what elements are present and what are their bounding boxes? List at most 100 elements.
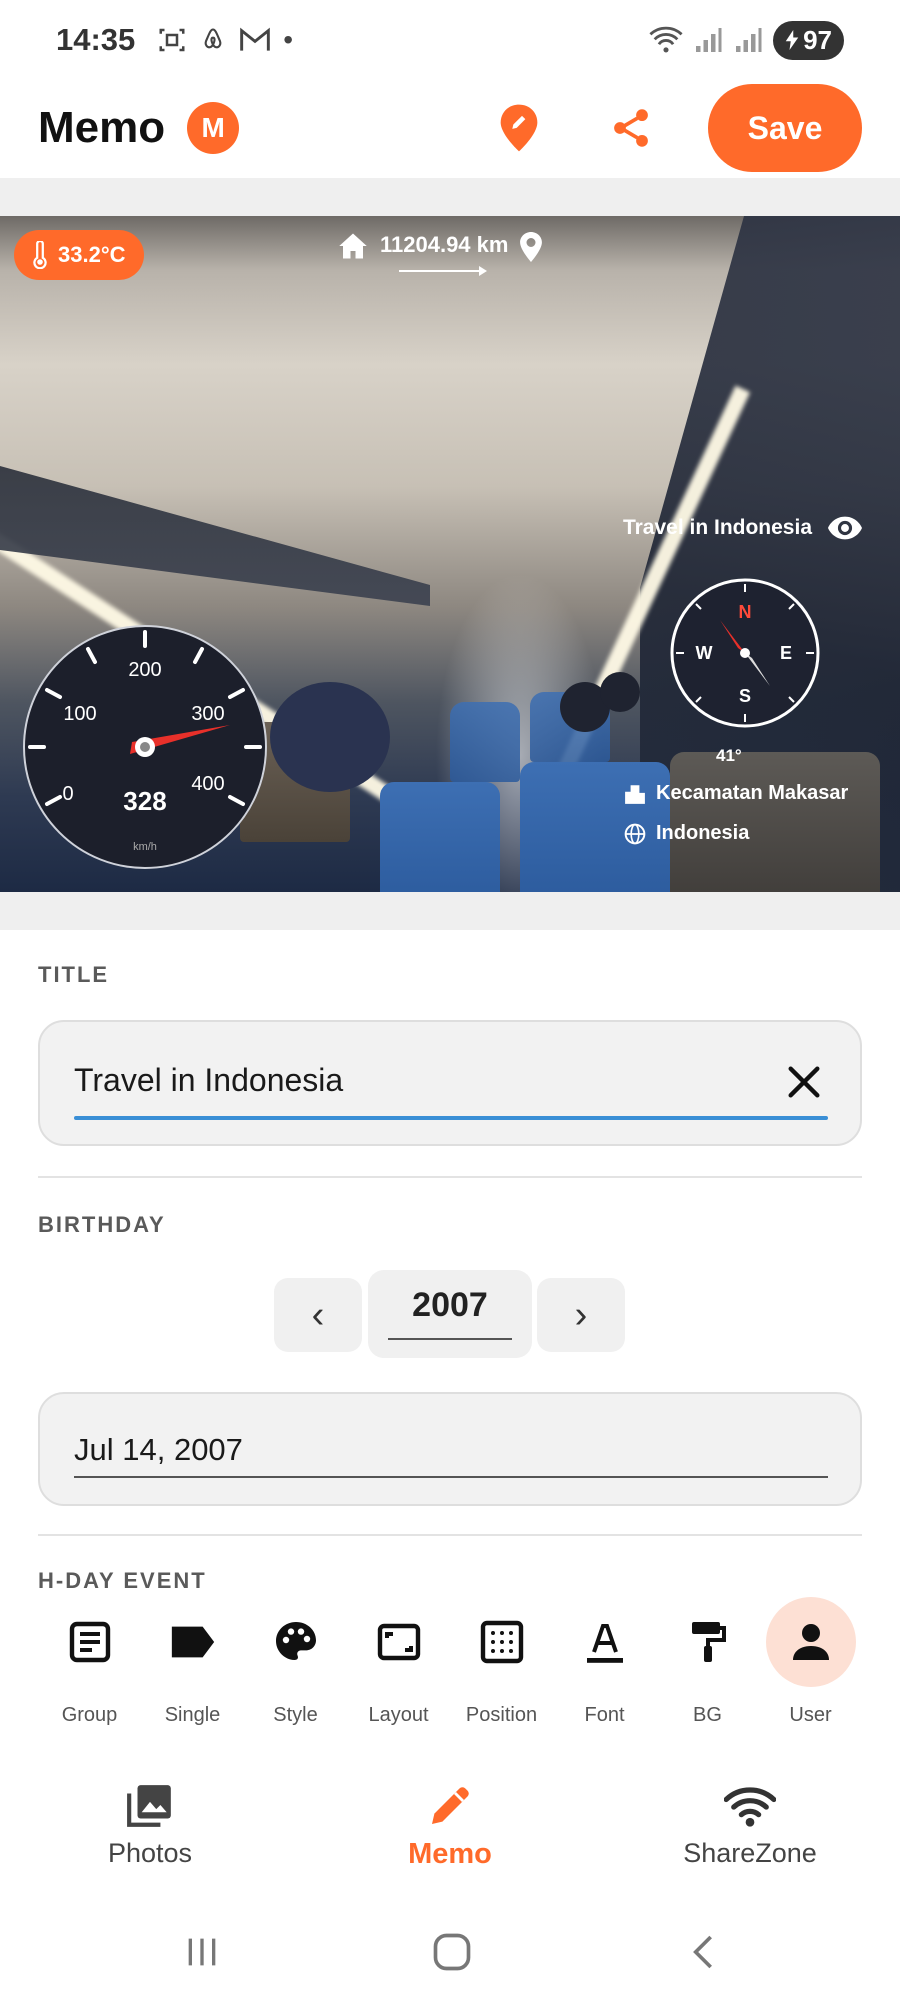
pencil-icon [420, 1776, 480, 1836]
home-circle-icon [433, 1933, 471, 1971]
eye-icon[interactable] [828, 516, 862, 540]
compass-e: E [780, 643, 792, 663]
year-value[interactable]: 2007 [368, 1286, 532, 1325]
user-icon [766, 1597, 856, 1687]
edit-location-button[interactable] [484, 93, 554, 163]
speed-tick-400: 400 [191, 773, 224, 795]
back-button[interactable] [674, 1922, 734, 1982]
tool-single[interactable]: Single [141, 1602, 244, 1742]
tool-bg[interactable]: BG [656, 1602, 759, 1742]
palette-icon [256, 1602, 336, 1682]
date-field[interactable]: Jul 14, 2007 [38, 1392, 862, 1506]
wifi-status-icon [649, 26, 683, 53]
year-prev-button[interactable]: ‹ [274, 1278, 362, 1352]
tool-single-label: Single [164, 1704, 221, 1726]
bottom-nav: Photos Memo ShareZone [0, 1760, 900, 1880]
nav-sharezone[interactable]: ShareZone [640, 1760, 860, 1880]
clear-icon[interactable] [784, 1062, 824, 1102]
home-button[interactable] [422, 1922, 482, 1982]
airbnb-icon [204, 28, 222, 49]
globe-icon [624, 823, 646, 844]
group-icon [50, 1602, 130, 1682]
city-icon [625, 784, 645, 804]
tool-user[interactable]: User [759, 1597, 862, 1742]
tool-layout[interactable]: Layout [347, 1602, 450, 1742]
photo-preview[interactable]: 33.2°C 11204.94 km Travel in Indonesia N… [0, 216, 900, 892]
distance-overlay: 11204.94 km [338, 232, 543, 278]
thermometer-icon [33, 241, 47, 269]
share-button[interactable] [596, 93, 666, 163]
compass-angle: 41° [716, 746, 742, 765]
position-grid-icon [462, 1602, 542, 1682]
signal-icon [696, 28, 722, 52]
compass-n: N [739, 602, 752, 622]
save-button[interactable]: Save [708, 84, 862, 172]
recent-apps-icon [188, 1938, 216, 1966]
title-field[interactable]: Travel in Indonesia [38, 1020, 862, 1146]
wifi-icon [720, 1776, 780, 1836]
app-bar-actions: Save [484, 84, 862, 172]
nav-sharezone-label: ShareZone [683, 1838, 817, 1868]
label-tag-icon [153, 1602, 233, 1682]
year-underline [388, 1338, 512, 1340]
notification-icons: • [157, 24, 293, 56]
speed-unit: km/h [133, 841, 157, 853]
title-input[interactable]: Travel in Indonesia [74, 1062, 343, 1099]
date-input[interactable]: Jul 14, 2007 [74, 1432, 243, 1468]
tool-font-label: Font [584, 1704, 625, 1726]
country-name: Indonesia [656, 822, 750, 844]
divider-2 [38, 1534, 862, 1536]
tool-group-label: Group [61, 1704, 118, 1726]
photos-icon [120, 1776, 180, 1836]
speed-tick-300: 300 [191, 703, 224, 725]
signal-icon-2 [736, 28, 762, 52]
speed-value: 328 [123, 786, 166, 816]
layout-icon [359, 1602, 439, 1682]
battery-level: 97 [803, 24, 832, 55]
memo-badge: M [187, 102, 240, 154]
speed-tick-100: 100 [63, 703, 96, 725]
photo-overlay-title: Travel in Indonesia [623, 516, 862, 540]
battery-indicator: 97 [773, 20, 844, 60]
overlay-title-text: Travel in Indonesia [622, 516, 812, 539]
photo-top-spacer [0, 178, 900, 216]
title-focus-underline [74, 1116, 828, 1120]
year-field[interactable]: 2007 [368, 1270, 532, 1358]
location-district: Kecamatan Makasar [624, 782, 848, 805]
temperature-value: 33.2°C [58, 242, 126, 267]
share-icon [614, 109, 648, 147]
home-icon [339, 233, 367, 259]
compass-widget: N S W E [670, 578, 820, 728]
more-notifications-dot: • [283, 24, 294, 55]
status-right: 97 [649, 20, 844, 60]
nav-memo-label: Memo [408, 1838, 492, 1870]
title-section-label: TITLE [38, 962, 110, 987]
nav-photos[interactable]: Photos [40, 1760, 260, 1880]
editor-toolbar: Group Single Style Layout Position Font [0, 1590, 900, 1740]
page-title: Memo [38, 103, 166, 152]
tool-position[interactable]: Position [450, 1602, 553, 1742]
font-icon [565, 1602, 645, 1682]
distance-value: 11204.94 km [380, 232, 509, 257]
nav-memo[interactable]: Memo [340, 1760, 560, 1880]
charging-icon [785, 30, 799, 50]
tool-style[interactable]: Style [244, 1602, 347, 1742]
status-bar: 14:35 • 97 [0, 0, 900, 80]
back-icon [693, 1935, 712, 1969]
tool-position-label: Position [465, 1704, 538, 1726]
recent-apps-button[interactable] [172, 1922, 232, 1982]
tool-bg-label: BG [693, 1704, 722, 1726]
location-country: Indonesia [624, 822, 749, 845]
tool-user-label: User [789, 1704, 832, 1726]
tool-font[interactable]: Font [553, 1602, 656, 1742]
tool-group[interactable]: Group [38, 1602, 141, 1742]
divider [38, 1176, 862, 1178]
app-bar: Memo M Save [0, 78, 900, 178]
nav-photos-label: Photos [107, 1838, 193, 1868]
date-underline [74, 1476, 828, 1478]
tool-layout-label: Layout [368, 1704, 429, 1726]
speed-tick-0: 0 [62, 783, 73, 805]
speedometer-widget: 0 100 200 300 400 328 km/h [23, 625, 267, 869]
gmail-icon [240, 27, 271, 51]
year-next-button[interactable]: › [537, 1278, 625, 1352]
